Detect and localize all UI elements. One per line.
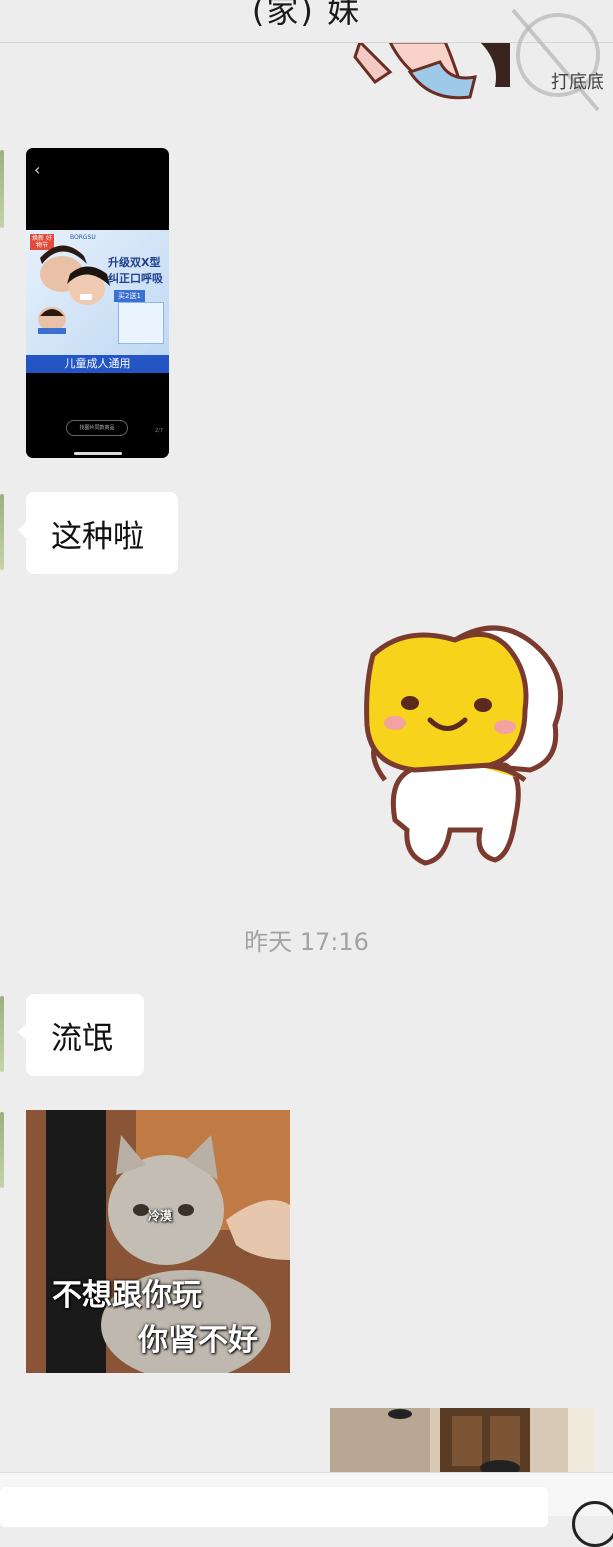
- back-icon: ‹: [34, 160, 41, 179]
- room-photo-image: [330, 1408, 594, 1472]
- product-brand: BORGSU: [70, 234, 96, 241]
- product-footer: 儿童成人通用: [26, 355, 169, 373]
- product-headline-1: 升级双X型: [108, 256, 161, 269]
- chat-input-bar: [0, 1472, 613, 1547]
- image-message-cat-meme[interactable]: 冷漠 不想跟你玩 你肾不好: [26, 1110, 290, 1373]
- product-box: [118, 302, 164, 344]
- search-pill-label: 找图片同款商品: [79, 425, 115, 431]
- sleeping-couple-image: [38, 245, 110, 334]
- top-sticker-fragment[interactable]: [350, 42, 510, 100]
- watermark-stamp: 打底底: [511, 8, 603, 112]
- message-text: 这种啦: [51, 518, 144, 555]
- home-indicator: [74, 452, 122, 455]
- product-headline-2: 纠正口呼吸: [108, 272, 163, 285]
- page-indicator: 2/7: [155, 428, 164, 434]
- meme-small-caption: 冷漠: [148, 1209, 173, 1223]
- image-message-product-screenshot[interactable]: ‹ 焕新 好物节 BORGSU 升级双X型 纠正口呼吸 买2送1 儿童成人通用 …: [26, 148, 169, 458]
- timestamp: 昨天 17:16: [244, 928, 369, 956]
- sender-avatar[interactable]: [0, 1112, 4, 1188]
- message-text: 流氓: [51, 1020, 113, 1057]
- meme-caption-line-1: 不想跟你玩: [52, 1278, 202, 1313]
- watermark-text: 打底底: [551, 72, 603, 93]
- meme-caption-line-2: 你肾不好: [138, 1323, 258, 1358]
- sender-avatar[interactable]: [0, 494, 4, 570]
- sender-avatar[interactable]: [0, 996, 4, 1072]
- image-message-photo[interactable]: [330, 1408, 594, 1472]
- message-input[interactable]: [0, 1487, 548, 1527]
- sticker-message-yellow-hug[interactable]: [355, 615, 575, 875]
- emoji-icon[interactable]: [572, 1501, 613, 1547]
- offer-label: 买2送1: [114, 290, 145, 302]
- message-bubble[interactable]: 这种啦: [18, 492, 178, 574]
- product-banner: 焕新 好物节 BORGSU 升级双X型 纠正口呼吸 买2送1 儿童成人通用: [26, 230, 169, 373]
- search-same-product-button: 找图片同款商品: [66, 420, 128, 436]
- message-bubble[interactable]: 流氓: [18, 994, 144, 1076]
- sender-avatar[interactable]: [0, 150, 4, 228]
